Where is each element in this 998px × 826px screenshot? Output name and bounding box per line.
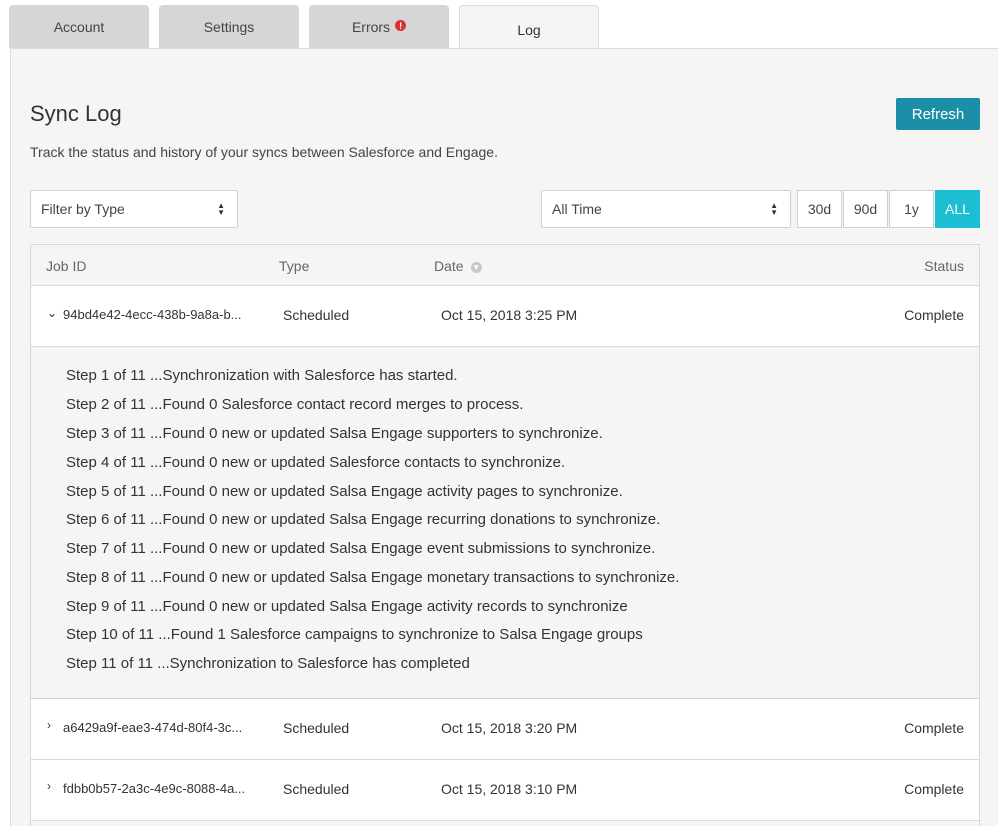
tab-label: Account <box>53 18 105 35</box>
column-date[interactable]: Date ▼ <box>434 258 482 274</box>
tab-errors[interactable]: Errors ! <box>309 5 449 48</box>
table-row[interactable]: › fdbb0b57-2a3c-4e9c-8088-4a... Schedule… <box>31 760 979 821</box>
job-status: Complete <box>904 307 964 323</box>
chevron-right-icon[interactable]: › <box>47 779 51 793</box>
chevron-down-icon[interactable]: ⌄ <box>47 306 57 320</box>
tab-label: Settings <box>203 18 255 35</box>
step-line: Step 3 of 11 ...Found 0 new or updated S… <box>66 425 603 442</box>
select-caret-icon: ▲ ▼ <box>217 201 225 217</box>
column-date-label: Date <box>434 258 464 274</box>
job-type: Scheduled <box>283 720 350 736</box>
job-id: 94bd4e42-4ecc-438b-9a8a-b... <box>63 307 242 322</box>
filter-type-select[interactable]: Filter by Type ▲ ▼ <box>30 190 238 228</box>
job-id: fdbb0b57-2a3c-4e9c-8088-4a... <box>63 781 246 796</box>
job-id: a6429a9f-eae3-474d-80f4-3c... <box>63 720 243 735</box>
job-type: Scheduled <box>283 307 350 323</box>
table-row[interactable]: › a6429a9f-eae3-474d-80f4-3c... Schedule… <box>31 699 979 760</box>
error-alert-icon: ! <box>395 20 407 31</box>
tab-settings[interactable]: Settings <box>159 5 299 48</box>
page-subtitle: Track the status and history of your syn… <box>30 144 498 160</box>
tab-label: Log <box>517 21 541 38</box>
table-header: Job ID Type Date ▼ Status <box>31 245 979 286</box>
column-status: Status <box>924 258 964 274</box>
job-status: Complete <box>904 720 964 736</box>
step-line: Step 1 of 11 ...Synchronization with Sal… <box>66 367 458 384</box>
step-line: Step 6 of 11 ...Found 0 new or updated S… <box>66 511 661 528</box>
step-line: Step 8 of 11 ...Found 0 new or updated S… <box>66 569 680 586</box>
tab-bar: Account Settings Errors ! Log <box>0 0 998 49</box>
job-type: Scheduled <box>283 781 350 797</box>
table-row[interactable]: ⌄ 94bd4e42-4ecc-438b-9a8a-b... Scheduled… <box>31 286 979 347</box>
refresh-button[interactable]: Refresh <box>896 98 980 130</box>
job-details: Step 1 of 11 ...Synchronization with Sal… <box>31 347 979 699</box>
range-90d-button[interactable]: 90d <box>843 190 888 228</box>
sort-down-icon[interactable]: ▼ <box>470 262 482 273</box>
time-range-select[interactable]: All Time ▲ ▼ <box>541 190 791 228</box>
sync-log-table: Job ID Type Date ▼ Status ⌄ 94bd4e42-4ecc… <box>30 244 980 826</box>
time-range-value: All Time <box>552 201 602 217</box>
job-date: Oct 15, 2018 3:25 PM <box>441 307 578 323</box>
filter-type-value: Filter by Type <box>41 201 125 217</box>
page-title: Sync Log <box>30 101 122 126</box>
range-1y-button[interactable]: 1y <box>889 190 934 228</box>
tab-label: Errors <box>351 18 391 35</box>
range-all-button[interactable]: ALL <box>935 190 980 228</box>
chevron-right-icon[interactable]: › <box>47 718 51 732</box>
step-line: Step 5 of 11 ...Found 0 new or updated S… <box>66 483 623 500</box>
step-line: Step 10 of 11 ...Found 1 Salesforce camp… <box>66 626 643 643</box>
step-line: Step 4 of 11 ...Found 0 new or updated S… <box>66 454 566 471</box>
job-date: Oct 15, 2018 3:20 PM <box>441 720 578 736</box>
step-line: Step 2 of 11 ...Found 0 Salesforce conta… <box>66 396 524 413</box>
step-line: Step 11 of 11 ...Synchronization to Sale… <box>66 655 470 672</box>
job-date: Oct 15, 2018 3:10 PM <box>441 781 578 797</box>
select-caret-icon: ▲ ▼ <box>770 201 778 217</box>
column-type: Type <box>279 258 310 274</box>
tab-account[interactable]: Account <box>9 5 149 48</box>
step-line: Step 9 of 11 ...Found 0 new or updated S… <box>66 598 628 615</box>
step-line: Step 7 of 11 ...Found 0 new or updated S… <box>66 540 656 557</box>
column-job-id: Job ID <box>46 258 87 274</box>
range-30d-button[interactable]: 30d <box>797 190 842 228</box>
tab-log[interactable]: Log <box>459 5 599 49</box>
job-status: Complete <box>904 781 964 797</box>
